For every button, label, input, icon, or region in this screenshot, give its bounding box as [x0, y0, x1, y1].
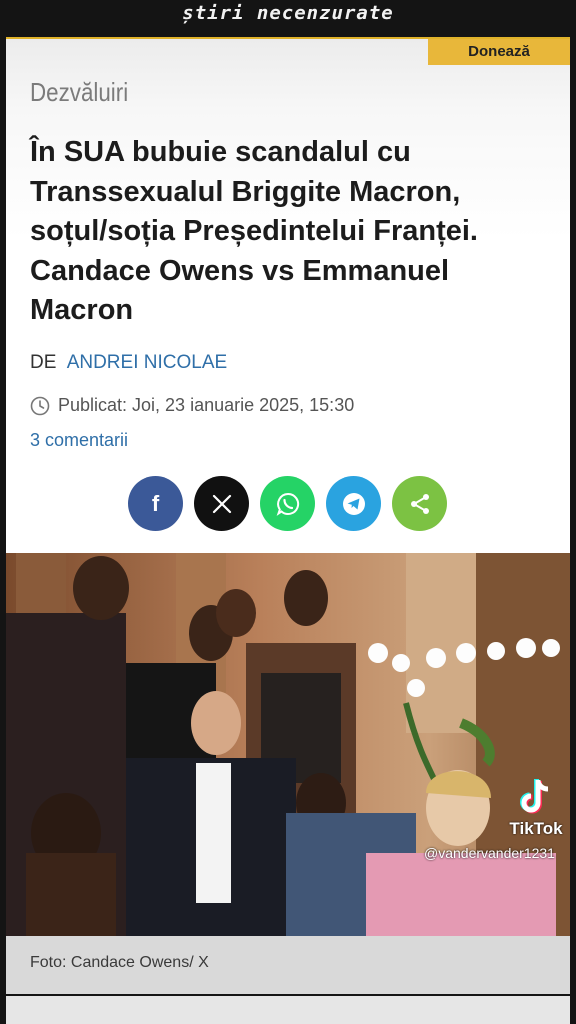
author-link[interactable]: ANDREI NICOLAE [67, 352, 227, 373]
article-card: Donează Dezvăluiri În SUA bubuie scandal… [6, 39, 570, 553]
x-share-button[interactable] [194, 476, 249, 531]
clock-icon [30, 396, 50, 415]
site-brand[interactable]: știri necenzurate [0, 2, 576, 24]
share-icon [410, 493, 429, 514]
article-title: În SUA bubuie scandalul cu Transsexualul… [30, 136, 478, 326]
publish-date-text: Publicat: Joi, 23 ianuarie 2025, 15:30 [58, 395, 355, 415]
tiktok-icon [520, 779, 549, 814]
telegram-icon [342, 492, 365, 515]
comments-link[interactable]: 3 comentarii [30, 430, 128, 451]
donate-button[interactable]: Donează [428, 39, 570, 65]
top-header-bar: știri necenzurate [0, 0, 576, 36]
byline: DE ANDREI NICOLAE [30, 352, 227, 374]
photo-caption: Foto: Candace Owens/ X [30, 954, 209, 971]
photo-caption-bar: Foto: Candace Owens/ X [6, 936, 570, 994]
generic-share-button[interactable] [392, 476, 447, 531]
share-buttons: f [128, 476, 447, 531]
whatsapp-icon [276, 492, 299, 516]
publish-date: Publicat: Joi, 23 ianuarie 2025, 15:30 [30, 395, 354, 416]
article-category[interactable]: Dezvăluiri [30, 77, 128, 108]
tiktok-handle: @vandervander1231 [424, 845, 555, 861]
x-icon [212, 494, 231, 513]
byline-prefix: DE [30, 352, 57, 373]
tiktok-logo-text: TikTok [509, 819, 563, 838]
tiktok-watermark: TikTok [502, 776, 570, 839]
article-photo[interactable]: TikTok @vandervander1231 [6, 553, 570, 936]
photo-illustration [6, 553, 570, 936]
telegram-share-button[interactable] [326, 476, 381, 531]
facebook-share-button[interactable]: f [128, 476, 183, 531]
whatsapp-share-button[interactable] [260, 476, 315, 531]
bottom-bar [6, 996, 570, 1024]
facebook-icon: f [151, 490, 160, 516]
